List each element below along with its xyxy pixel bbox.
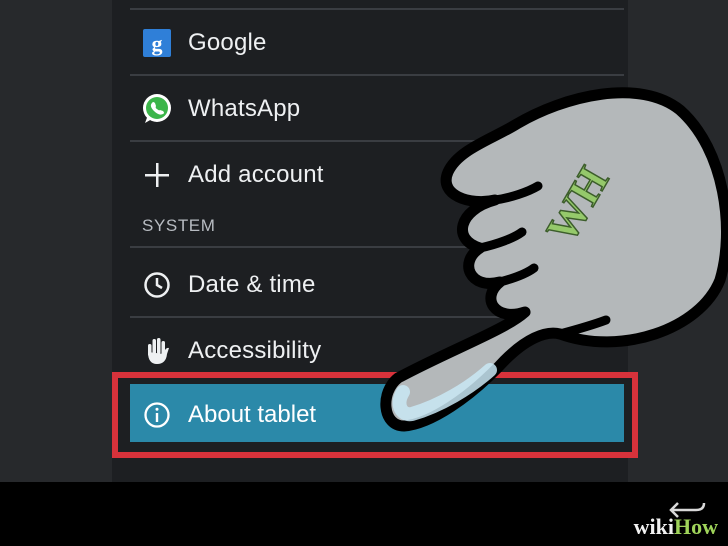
navigation-bar: wikiHow [0,482,728,546]
pointing-hand-illustration: WH [380,87,728,432]
wikihow-watermark: wikiHow [633,514,718,539]
